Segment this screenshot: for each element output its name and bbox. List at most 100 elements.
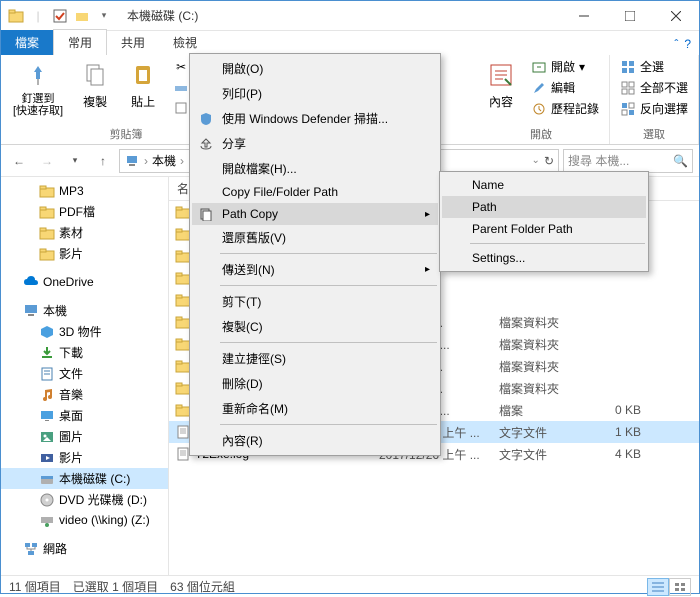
select-all-button[interactable]: 全選: [616, 57, 692, 76]
menu-shortcut[interactable]: 建立捷徑(S): [192, 346, 438, 371]
menu-separator: [470, 243, 645, 244]
help-icon[interactable]: ?: [684, 37, 691, 51]
status-count: 11 個項目: [9, 578, 61, 595]
submenu-name[interactable]: Name: [442, 174, 646, 196]
paste-label: 貼上: [131, 93, 155, 110]
search-input[interactable]: 搜尋 本機... 🔍: [563, 149, 693, 173]
details-view-button[interactable]: [647, 578, 669, 596]
tree-item[interactable]: 桌面: [1, 405, 168, 426]
submenu-parent[interactable]: Parent Folder Path: [442, 218, 646, 240]
tree-label: 本機: [43, 302, 67, 319]
tree-item[interactable]: 下載: [1, 342, 168, 363]
folder-small-icon[interactable]: [73, 7, 91, 25]
menu-share[interactable]: 分享: [192, 131, 438, 156]
menu-sendto[interactable]: 傳送到(N)▸: [192, 257, 438, 282]
menu-rename[interactable]: 重新命名(M): [192, 396, 438, 421]
menu-openfile[interactable]: 開啟檔案(H)...: [192, 156, 438, 181]
tab-file[interactable]: 檔案: [1, 30, 53, 55]
tree-item[interactable]: 音樂: [1, 384, 168, 405]
menu-open[interactable]: 開啟(O): [192, 56, 438, 81]
tree-item[interactable]: 3D 物件: [1, 321, 168, 342]
refresh-icon[interactable]: ↻: [544, 154, 554, 168]
submenu-path[interactable]: Path: [442, 196, 646, 218]
menu-separator: [220, 285, 437, 286]
tree-item[interactable]: video (\\king) (Z:): [1, 510, 168, 530]
properties-button[interactable]: 內容: [479, 57, 523, 112]
window-title: 本機磁碟 (C:): [119, 7, 561, 24]
file-type: 檔案資料夾: [499, 380, 579, 397]
menu-properties[interactable]: 內容(R): [192, 428, 438, 453]
menu-defender[interactable]: 使用 Windows Defender 掃描...: [192, 106, 438, 131]
file-type: 檔案資料夾: [499, 314, 579, 331]
tree-item[interactable]: 影片: [1, 243, 168, 264]
pathcopy-submenu[interactable]: Name Path Parent Folder Path Settings...: [439, 171, 649, 272]
pin-icon: [22, 59, 54, 91]
tree-label: MP3: [59, 184, 84, 198]
menu-print[interactable]: 列印(P): [192, 81, 438, 106]
properties-icon: [485, 59, 517, 91]
select-none-button[interactable]: 全部不選: [616, 78, 692, 97]
invert-selection-button[interactable]: 反向選擇: [616, 99, 692, 118]
file-type: 文字文件: [499, 424, 579, 441]
maximize-button[interactable]: [607, 1, 653, 31]
menu-separator: [220, 253, 437, 254]
menu-pathcopy[interactable]: Path Copy▸: [192, 203, 438, 225]
tree-label: 桌面: [59, 407, 83, 424]
tab-home[interactable]: 常用: [53, 29, 107, 55]
up-button[interactable]: ↑: [91, 149, 115, 173]
paste-icon: [127, 59, 159, 91]
edit-button[interactable]: 編輯: [527, 78, 603, 97]
history-button[interactable]: 歷程記錄: [527, 99, 603, 118]
tree-item[interactable]: MP3: [1, 181, 168, 201]
tree-item[interactable]: 網路: [1, 538, 168, 559]
dropdown-icon[interactable]: ⌄: [532, 155, 540, 166]
crumb-root[interactable]: 本機: [152, 152, 176, 169]
icons-view-button[interactable]: [669, 578, 691, 596]
menu-cut[interactable]: 剪下(T): [192, 289, 438, 314]
submenu-settings[interactable]: Settings...: [442, 247, 646, 269]
desktop-icon: [39, 408, 55, 424]
context-menu[interactable]: 開啟(O) 列印(P) 使用 Windows Defender 掃描... 分享…: [189, 53, 441, 456]
cloud-icon: [23, 274, 39, 290]
qat-dropdown-icon[interactable]: ▾: [95, 7, 113, 25]
tab-view[interactable]: 檢視: [159, 30, 211, 55]
tree-item[interactable]: 影片: [1, 447, 168, 468]
minimize-button[interactable]: [561, 1, 607, 31]
tree-label: 本機磁碟 (C:): [59, 470, 130, 487]
tab-share[interactable]: 共用: [107, 30, 159, 55]
menu-copy[interactable]: 複製(C): [192, 314, 438, 339]
paste-button[interactable]: 貼上: [121, 57, 165, 112]
pin-label: 釘選到 [快速存取]: [13, 93, 63, 117]
pc-icon: [124, 153, 140, 169]
back-button[interactable]: ←: [7, 149, 31, 173]
quick-access-toolbar: | ▾: [1, 7, 119, 25]
checkbox-icon[interactable]: [51, 7, 69, 25]
path-icon: [173, 80, 189, 96]
tree-item[interactable]: 本機磁碟 (C:): [1, 468, 168, 489]
tree-label: 素材: [59, 224, 83, 241]
tree-item[interactable]: 圖片: [1, 426, 168, 447]
tree-item[interactable]: 本機: [1, 300, 168, 321]
collapse-ribbon-icon[interactable]: ˆ: [674, 37, 678, 51]
recent-dropdown[interactable]: ▾: [63, 149, 87, 173]
forward-button[interactable]: →: [35, 149, 59, 173]
open-button[interactable]: 開啟 ▾: [527, 57, 603, 76]
status-bytes: 63 個位元組: [170, 578, 235, 595]
copy-button[interactable]: 複製: [73, 57, 117, 112]
menu-copyfolderpath[interactable]: Copy File/Folder Path: [192, 181, 438, 203]
nav-tree[interactable]: MP3PDF檔素材影片OneDrive本機3D 物件下載文件音樂桌面圖片影片本機…: [1, 177, 169, 575]
tree-item[interactable]: 文件: [1, 363, 168, 384]
tree-item[interactable]: DVD 光碟機 (D:): [1, 489, 168, 510]
file-type: 檔案資料夾: [499, 358, 579, 375]
tree-label: 3D 物件: [59, 323, 102, 340]
menu-restore[interactable]: 還原舊版(V): [192, 225, 438, 250]
tree-item[interactable]: OneDrive: [1, 272, 168, 292]
pic-icon: [39, 429, 55, 445]
file-size: 1 KB: [579, 425, 649, 439]
close-button[interactable]: [653, 1, 699, 31]
select-all-icon: [620, 59, 636, 75]
menu-delete[interactable]: 刪除(D): [192, 371, 438, 396]
tree-item[interactable]: PDF檔: [1, 201, 168, 222]
pin-button[interactable]: 釘選到 [快速存取]: [7, 57, 69, 119]
tree-item[interactable]: 素材: [1, 222, 168, 243]
